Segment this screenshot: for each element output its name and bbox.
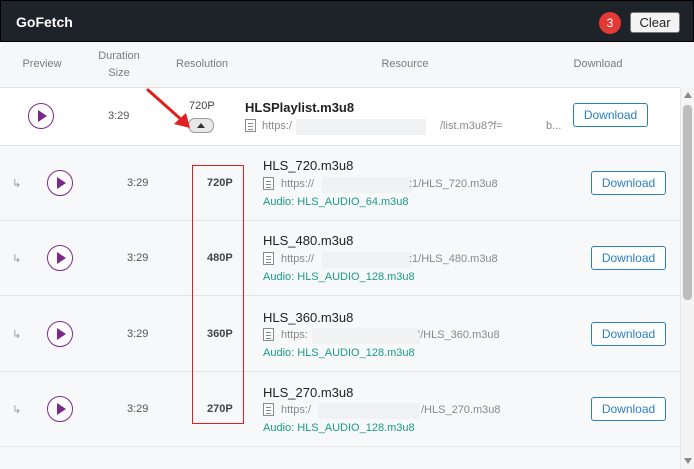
- redacted-url: [296, 119, 426, 135]
- download-button[interactable]: Download: [591, 322, 666, 346]
- play-icon[interactable]: [28, 103, 54, 129]
- document-icon: [263, 328, 274, 341]
- annotation-arrow-icon: [146, 88, 190, 128]
- column-size: Size: [108, 67, 130, 79]
- column-duration: Duration: [98, 50, 140, 62]
- url-end: b...: [546, 120, 562, 132]
- document-icon: [245, 119, 256, 132]
- download-button[interactable]: Download: [591, 171, 666, 195]
- url-end: :1/HLS_720.m3u8: [409, 178, 498, 190]
- url-middle: /list.m3u8?f=: [440, 120, 503, 132]
- download-button[interactable]: Download: [591, 246, 666, 270]
- column-download: Download: [573, 58, 623, 70]
- child-row-icon: ↳: [12, 178, 22, 190]
- resolution-highlight-box: [192, 165, 244, 424]
- url-start: https:: [281, 329, 308, 341]
- url-end: /HLS_270.m3u8: [421, 404, 501, 416]
- audio-track: Audio: HLS_AUDIO_128.m3u8: [263, 271, 415, 283]
- url-end: :1/HLS_480.m3u8: [409, 253, 498, 265]
- document-icon: [263, 403, 274, 416]
- column-resolution: Resolution: [176, 58, 228, 70]
- document-icon: [263, 177, 274, 190]
- table-row: ↳ 3:29 720P HLS_720.m3u8 https:// :1/HLS…: [0, 146, 680, 221]
- header-corner: [680, 42, 694, 88]
- file-name: HLS_360.m3u8: [263, 310, 354, 325]
- title-bar: GoFetch 3 Clear: [0, 0, 694, 42]
- notification-badge: 3: [599, 12, 621, 34]
- duration: 3:29: [127, 403, 149, 415]
- download-button[interactable]: Download: [591, 397, 666, 421]
- audio-track: Audio: HLS_AUDIO_128.m3u8: [263, 422, 415, 434]
- app-title: GoFetch: [16, 14, 73, 30]
- child-row-icon: ↳: [12, 329, 22, 341]
- file-name: HLS_270.m3u8: [263, 385, 354, 400]
- download-button[interactable]: Download: [573, 103, 648, 127]
- child-row-icon: ↳: [12, 404, 22, 416]
- scroll-down-arrow-icon[interactable]: [684, 458, 692, 464]
- table-row: [0, 447, 680, 469]
- child-row-icon: ↳: [12, 253, 22, 265]
- play-icon[interactable]: [47, 170, 73, 196]
- table-row: 3:29 720P HLSPlaylist.m3u8 https:/ /list…: [0, 88, 680, 146]
- table-header: Preview Duration Size Resolution Resourc…: [0, 42, 680, 88]
- scroll-up-arrow-icon[interactable]: [684, 92, 692, 98]
- file-name: HLS_480.m3u8: [263, 233, 354, 248]
- play-icon[interactable]: [47, 321, 73, 347]
- redacted-url: [312, 328, 420, 344]
- url-start: https:/: [262, 120, 292, 132]
- redacted-url: [318, 403, 420, 419]
- play-icon[interactable]: [47, 245, 73, 271]
- clear-button[interactable]: Clear: [630, 12, 680, 33]
- audio-track: Audio: HLS_AUDIO_128.m3u8: [263, 347, 415, 359]
- file-name: HLS_720.m3u8: [263, 158, 354, 173]
- url-start: https://: [281, 253, 315, 265]
- duration: 3:29: [127, 328, 149, 340]
- redacted-url: [322, 252, 412, 268]
- url-end: '/HLS_360.m3u8: [418, 329, 500, 341]
- duration: 3:29: [108, 110, 130, 122]
- scroll-thumb[interactable]: [683, 105, 692, 300]
- column-preview: Preview: [22, 58, 62, 70]
- duration: 3:29: [127, 252, 149, 264]
- column-resource: Resource: [381, 58, 429, 70]
- table-row: ↳ 3:29 270P HLS_270.m3u8 https:/ /HLS_27…: [0, 372, 680, 447]
- audio-track: Audio: HLS_AUDIO_64.m3u8: [263, 196, 409, 208]
- duration: 3:29: [127, 177, 149, 189]
- file-name: HLSPlaylist.m3u8: [245, 100, 355, 115]
- redacted-url: [322, 177, 412, 193]
- table-row: ↳ 3:29 480P HLS_480.m3u8 https:// :1/HLS…: [0, 221, 680, 296]
- play-icon[interactable]: [47, 396, 73, 422]
- url-start: https:/: [281, 404, 311, 416]
- table-row: ↳ 3:29 360P HLS_360.m3u8 https: '/HLS_36…: [0, 296, 680, 372]
- document-icon: [263, 252, 274, 265]
- scrollbar[interactable]: [680, 88, 694, 469]
- url-start: https://: [281, 178, 315, 190]
